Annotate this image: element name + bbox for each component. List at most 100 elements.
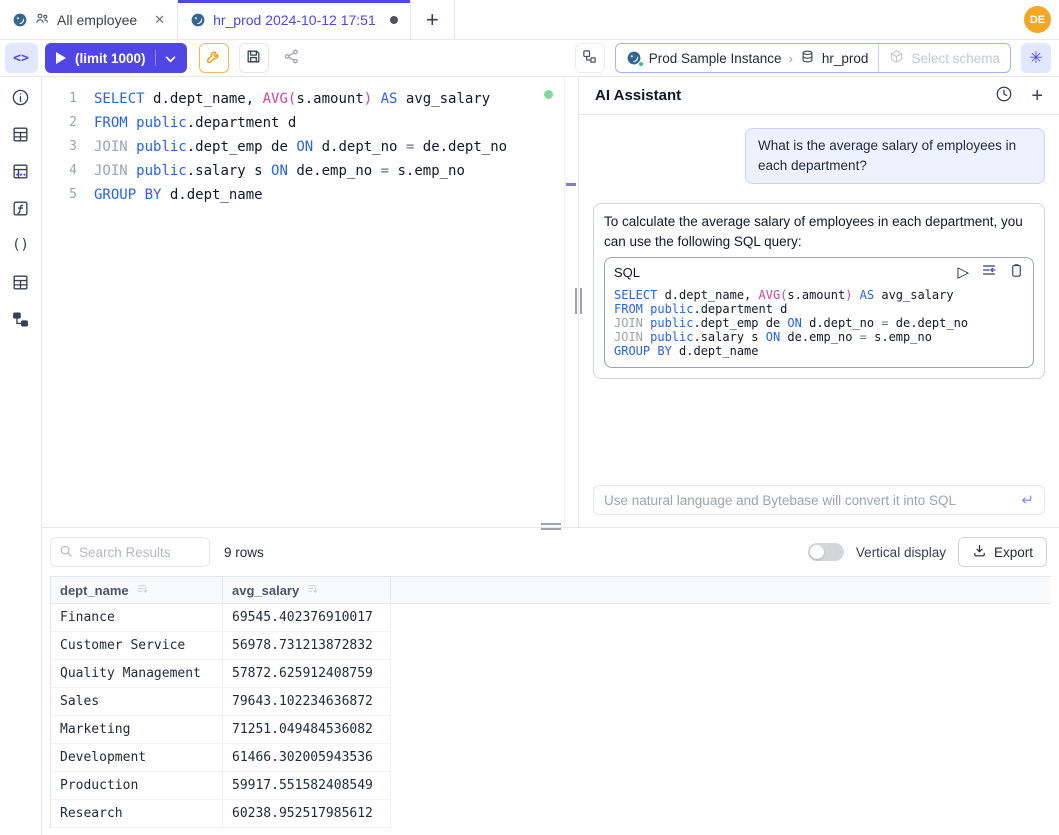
wrench-icon (205, 48, 222, 68)
table-row[interactable]: Quality Management57872.625912408759 (51, 660, 1051, 688)
horizontal-drag-handle-icon[interactable] (541, 523, 561, 530)
avg-salary-cell[interactable]: 71251.049484536082 (223, 716, 391, 744)
save-icon (245, 48, 262, 68)
instance-database-selector[interactable]: Prod Sample Instance › hr_prod (616, 44, 879, 72)
export-label: Export (994, 545, 1033, 560)
avg-salary-cell[interactable]: 60238.952517985612 (223, 800, 391, 828)
tab-hr-prod[interactable]: hr_prod 2024-10-12 17:51 (178, 0, 411, 39)
avg-salary-cell[interactable]: 59917.551582408549 (223, 772, 391, 800)
table-row[interactable]: Customer Service56978.731213872832 (51, 632, 1051, 660)
schema-selector[interactable]: Select schema (878, 44, 1010, 72)
schema-placeholder: Select schema (911, 51, 1000, 66)
dept-name-cell[interactable]: Research (51, 800, 223, 828)
sort-icon[interactable] (136, 582, 149, 598)
table-row[interactable]: Sales79643.102234636872 (51, 688, 1051, 716)
ai-assistant-panel: AI Assistant + What is the average salar… (579, 77, 1059, 527)
sql-editor-toggle-button[interactable]: <> (5, 43, 38, 73)
results-panel: 9 rows Vertical display Export (42, 527, 1059, 835)
sql-editor[interactable]: 1SELECT d.dept_name, AVG(s.amount) AS av… (42, 77, 578, 527)
insert-snippet-icon[interactable] (981, 262, 997, 284)
dept-name-cell[interactable]: Customer Service (51, 632, 223, 660)
history-icon[interactable] (995, 85, 1013, 106)
ai-assistant-title: AI Assistant (595, 87, 681, 104)
dept-name-cell[interactable]: Finance (51, 604, 223, 632)
run-query-button[interactable]: (limit 1000) (45, 43, 187, 73)
workspace: 1SELECT d.dept_name, AVG(s.amount) AS av… (42, 77, 1059, 527)
close-icon[interactable]: ✕ (154, 12, 165, 28)
new-chat-icon[interactable]: + (1031, 86, 1043, 106)
schema-diagram-icon[interactable] (10, 308, 32, 330)
export-button[interactable]: Export (958, 537, 1047, 567)
results-table: dept_name avg_salary (50, 576, 1051, 828)
dept-name-cell[interactable]: Marketing (51, 716, 223, 744)
table-row[interactable]: Marketing71251.049484536082 (51, 716, 1051, 744)
format-sql-button[interactable] (199, 43, 229, 73)
avg-salary-cell[interactable]: 56978.731213872832 (223, 632, 391, 660)
tab-all-employee[interactable]: All employee ✕ (0, 0, 178, 39)
table-row[interactable]: Development61466.302005943536 (51, 744, 1051, 772)
database-icon (800, 49, 815, 67)
layout-toggle-button[interactable] (575, 43, 605, 73)
share-button[interactable] (277, 43, 307, 73)
function-icon[interactable] (10, 197, 32, 219)
column-header-dept-name[interactable]: dept_name (51, 577, 223, 603)
avatar[interactable]: DE (1024, 6, 1051, 33)
tab-label: hr_prod 2024-10-12 17:51 (213, 12, 376, 28)
dept-name-cell[interactable]: Sales (51, 688, 223, 716)
avg-salary-cell[interactable]: 61466.302005943536 (223, 744, 391, 772)
ai-assistant-button[interactable]: ✳ (1021, 43, 1051, 73)
dept-name-cell[interactable]: Production (51, 772, 223, 800)
connection-health-dot (544, 90, 553, 99)
external-tables-icon[interactable] (10, 271, 32, 293)
connection-group: Prod Sample Instance › hr_prod Select sc… (575, 43, 1059, 73)
code-line: JOIN public.salary s ON de.emp_no = s.em… (614, 330, 1024, 344)
tables-icon[interactable] (10, 123, 32, 145)
new-tab-button[interactable]: + (411, 0, 455, 39)
download-icon (972, 543, 987, 561)
assistant-message: To calculate the average salary of emplo… (593, 203, 1045, 379)
group-icon (35, 11, 50, 29)
copy-icon[interactable] (1009, 263, 1024, 284)
instance-name: Prod Sample Instance (649, 51, 782, 66)
avg-salary-cell[interactable]: 69545.402376910017 (223, 604, 391, 632)
line-number: 3 (42, 135, 94, 159)
connection-breadcrumb: Prod Sample Instance › hr_prod Select sc… (615, 43, 1011, 73)
column-header-avg-salary[interactable]: avg_salary (223, 577, 391, 603)
postgres-icon (12, 12, 28, 28)
parentheses-icon[interactable]: () (10, 234, 32, 256)
search-icon (59, 544, 73, 561)
table-row[interactable]: Research60238.952517985612 (51, 800, 1051, 828)
enter-icon[interactable]: ↵ (1021, 491, 1034, 509)
results-toolbar: 9 rows Vertical display Export (42, 528, 1059, 576)
bytebase-sql-editor: All employee ✕ hr_prod 2024-10-12 17:51 … (0, 0, 1059, 835)
code-line: 3JOIN public.dept_emp de ON d.dept_no = … (42, 135, 578, 159)
dept-name-cell[interactable]: Quality Management (51, 660, 223, 688)
tables-data-icon[interactable] (10, 160, 32, 182)
search-results-input[interactable] (79, 545, 201, 560)
info-icon[interactable] (10, 86, 32, 108)
ai-prompt-input[interactable] (604, 493, 1021, 508)
code-line: JOIN public.dept_emp de ON d.dept_no = d… (614, 316, 1024, 330)
postgres-icon (626, 50, 642, 66)
sql-editor-lines: 1SELECT d.dept_name, AVG(s.amount) AS av… (42, 87, 578, 207)
vertical-display-toggle[interactable] (808, 543, 844, 561)
header-filler (391, 577, 1051, 603)
breadcrumb-separator: › (789, 51, 793, 66)
avg-salary-cell[interactable]: 79643.102234636872 (223, 688, 391, 716)
run-snippet-icon[interactable]: ▷ (957, 263, 969, 283)
table-row[interactable]: Production59917.551582408549 (51, 772, 1051, 800)
table-row[interactable]: Finance69545.402376910017 (51, 604, 1051, 632)
sort-icon[interactable] (306, 582, 319, 598)
drag-handle-icon[interactable] (575, 288, 582, 314)
avg-salary-cell[interactable]: 57872.625912408759 (223, 660, 391, 688)
save-sheet-button[interactable] (239, 43, 269, 73)
code-line: 5GROUP BY d.dept_name (42, 183, 578, 207)
cube-icon (889, 49, 904, 67)
postgres-icon (190, 12, 206, 28)
assistant-text: To calculate the average salary of emplo… (604, 212, 1034, 252)
dept-name-cell[interactable]: Development (51, 744, 223, 772)
panel-resize-divider[interactable] (578, 77, 579, 527)
code-line: GROUP BY d.dept_name (614, 344, 1024, 358)
sql-code-block: SQL ▷ (604, 257, 1034, 368)
editor-toolbar: <> (limit 1000) (0, 40, 1059, 77)
